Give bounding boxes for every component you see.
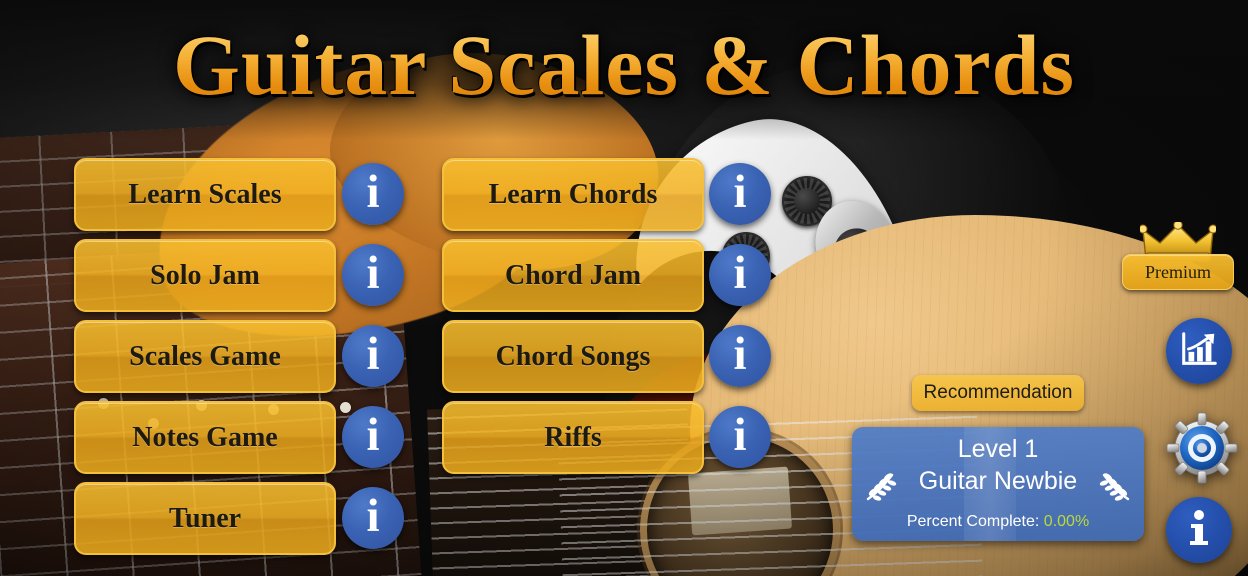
info-button-chord-jam[interactable]: i [709,244,771,306]
info-icon: i [366,490,380,542]
info-icon [1177,506,1221,555]
menu-button-notes-game[interactable]: Notes Game [74,401,336,474]
info-button-chord-songs[interactable]: i [709,325,771,387]
percent-complete-value: 0.00% [1043,513,1090,530]
percent-complete-row: Percent Complete: 0.00% [852,513,1144,531]
info-icon: i [366,409,380,461]
gear-icon [1166,412,1238,488]
level-progress-card[interactable]: Level 1 Guitar Newbie Percent Complete: … [852,427,1144,541]
info-button-notes-game[interactable]: i [342,406,404,468]
menu-button-scales-game[interactable]: Scales Game [74,320,336,393]
settings-button[interactable] [1166,412,1238,484]
info-button-tuner[interactable]: i [342,487,404,549]
info-icon: i [733,247,747,299]
info-button-learn-scales[interactable]: i [342,163,404,225]
menu-button-solo-jam[interactable]: Solo Jam [74,239,336,312]
menu-button-label: Learn Scales [128,178,282,210]
menu-button-chord-songs[interactable]: Chord Songs [442,320,704,393]
menu-button-label: Solo Jam [150,259,260,291]
menu-button-label: Chord Songs [495,340,651,372]
page-title: Guitar Scales & Chords [0,22,1248,108]
info-button-solo-jam[interactable]: i [342,244,404,306]
statistics-button[interactable] [1166,318,1232,384]
info-button-learn-chords[interactable]: i [709,163,771,225]
info-icon: i [366,166,380,218]
level-rank-name: Guitar Newbie [918,467,1078,495]
recommendation-badge[interactable]: Recommendation [912,375,1084,411]
menu-button-label: Notes Game [132,421,278,453]
app-root: Guitar Scales & Chords Learn Scales i Solo… [0,0,1248,576]
menu-button-chord-jam[interactable]: Chord Jam [442,239,704,312]
menu-button-label: Scales Game [129,340,281,372]
app-info-button[interactable] [1166,497,1232,563]
menu-button-label: Riffs [544,421,602,453]
info-icon: i [366,328,380,380]
info-button-riffs[interactable]: i [709,406,771,468]
menu-button-tuner[interactable]: Tuner [74,482,336,555]
menu-button-learn-scales[interactable]: Learn Scales [74,158,336,231]
info-icon: i [733,328,747,380]
info-button-scales-game[interactable]: i [342,325,404,387]
menu-button-riffs[interactable]: Riffs [442,401,704,474]
recommendation-label: Recommendation [923,382,1073,403]
premium-button[interactable]: Premium [1122,254,1234,290]
level-number: Level 1 [957,435,1039,463]
info-icon: i [733,166,747,218]
menu-button-label: Chord Jam [504,259,642,291]
bar-chart-growth-icon [1178,328,1220,375]
menu-button-label: Learn Chords [488,178,658,210]
info-icon: i [733,409,747,461]
percent-complete-label: Percent Complete: [906,513,1040,530]
menu-button-learn-chords[interactable]: Learn Chords [442,158,704,231]
premium-label: Premium [1145,261,1211,282]
menu-button-label: Tuner [168,502,242,534]
info-icon: i [366,247,380,299]
